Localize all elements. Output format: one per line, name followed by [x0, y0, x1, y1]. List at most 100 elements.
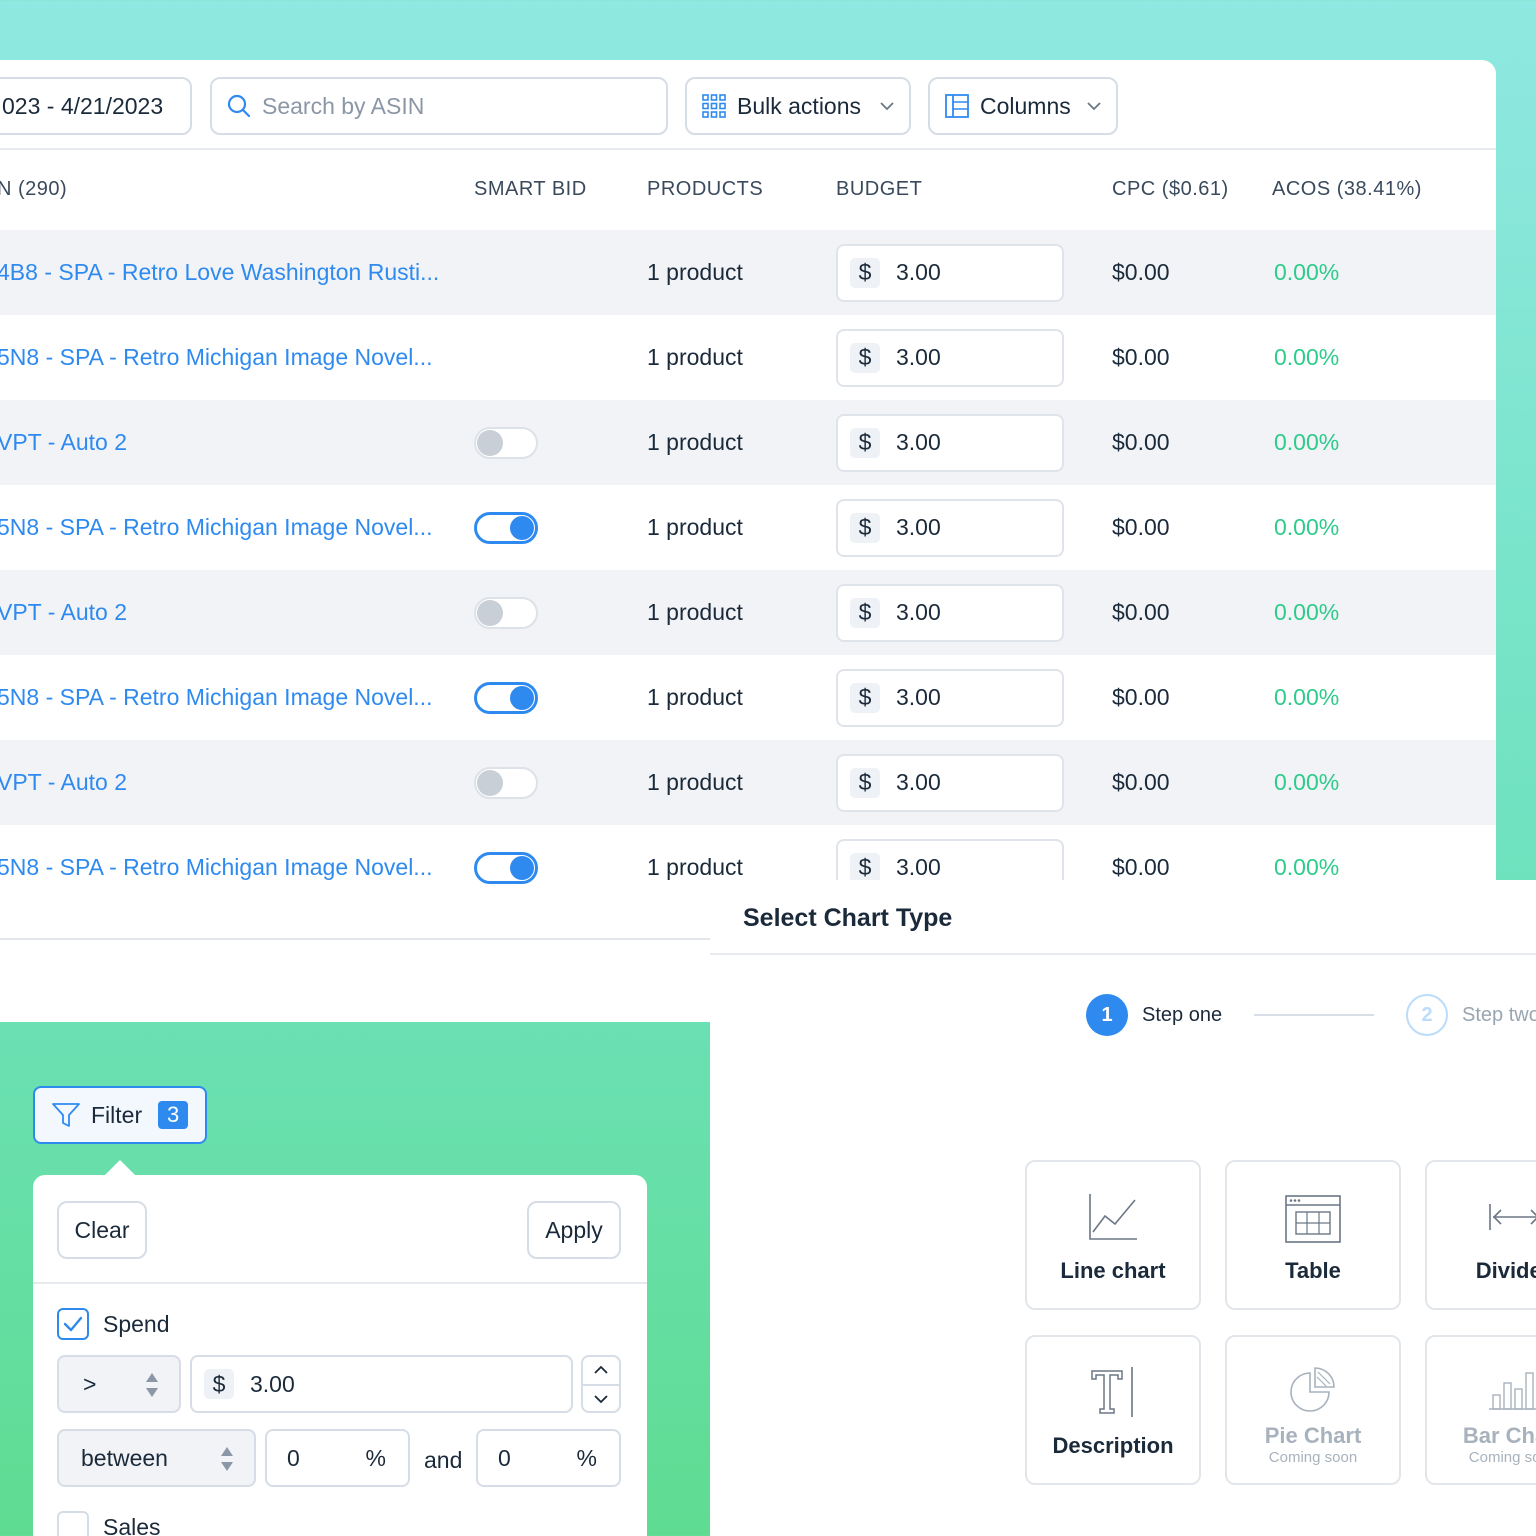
budget-input[interactable]: $3.00	[836, 498, 1064, 557]
currency-prefix: $	[850, 257, 880, 288]
campaign-name-link[interactable]: 5N8 - SPA - Retro Michigan Image Novel..…	[0, 315, 432, 400]
budget-cell: $3.00	[836, 400, 1064, 485]
spend-value-stepper[interactable]	[581, 1355, 621, 1413]
table-icon	[1285, 1195, 1341, 1243]
acos-value: 0.00%	[1274, 429, 1340, 455]
budget-input[interactable]: $3.00	[836, 328, 1064, 387]
products-count[interactable]: 1 product	[647, 570, 743, 655]
bulk-actions-dropdown[interactable]: Bulk actions	[685, 77, 911, 135]
range-from-input[interactable]: 0 %	[265, 1429, 410, 1487]
text-icon	[1091, 1367, 1133, 1417]
cpc-value: $0.00	[1112, 599, 1170, 625]
currency-prefix: $	[850, 512, 880, 543]
products-count[interactable]: 1 product	[647, 740, 743, 825]
currency-prefix: $	[850, 342, 880, 373]
chevron-up-icon[interactable]	[594, 1365, 608, 1375]
chart-option-label: Bar Chart	[1462, 1423, 1536, 1448]
smart-bid-cell	[474, 655, 538, 740]
table-row[interactable]: 4B8 - SPA - Retro Love Washington Rusti.…	[0, 230, 1496, 315]
step-connector	[1254, 1014, 1374, 1016]
budget-cell: $3.00	[836, 230, 1064, 315]
products-count[interactable]: 1 product	[647, 315, 743, 400]
apply-button[interactable]: Apply	[527, 1201, 621, 1259]
header-acos[interactable]: ACOS (38.41%)	[1272, 178, 1422, 201]
header-budget[interactable]: BUDGET	[836, 178, 922, 201]
range-to-input[interactable]: 0 %	[476, 1429, 621, 1487]
budget-input[interactable]: $3.00	[836, 668, 1064, 727]
products-count[interactable]: 1 product	[647, 655, 743, 740]
table-row[interactable]: VPT - Auto 2 1 product $3.00 $0.00 0.00%	[0, 570, 1496, 655]
filter-button[interactable]: Filter 3	[33, 1086, 207, 1144]
table-row[interactable]: 5N8 - SPA - Retro Michigan Image Novel..…	[0, 485, 1496, 570]
cpc-value: $0.00	[1112, 769, 1170, 795]
chart-option-label: Divider	[1475, 1258, 1536, 1283]
campaign-name-link[interactable]: VPT - Auto 2	[0, 570, 127, 655]
table-row[interactable]: 5N8 - SPA - Retro Michigan Image Novel..…	[0, 655, 1496, 740]
products-count[interactable]: 1 product	[647, 485, 743, 570]
spend-operator-select[interactable]: >	[57, 1355, 181, 1413]
smart-bid-toggle[interactable]	[474, 426, 538, 459]
budget-input[interactable]: $3.00	[836, 583, 1064, 642]
budget-value: 3.00	[896, 514, 941, 540]
step-one-indicator[interactable]: 1	[1086, 994, 1128, 1036]
toggle-knob	[510, 855, 534, 880]
acos-value: 0.00%	[1274, 769, 1340, 795]
campaign-name-link[interactable]: 5N8 - SPA - Retro Michigan Image Novel..…	[0, 485, 432, 570]
budget-value: 3.00	[896, 769, 941, 795]
chart-option-description[interactable]: Description	[1025, 1335, 1201, 1485]
budget-input[interactable]: $3.00	[836, 753, 1064, 812]
date-range-picker[interactable]: 023 - 4/21/2023	[0, 77, 192, 135]
header-products[interactable]: PRODUCTS	[647, 178, 763, 201]
campaign-name-link[interactable]: VPT - Auto 2	[0, 740, 127, 825]
header-smart-bid[interactable]: SMART BID	[474, 178, 587, 201]
budget-cell: $3.00	[836, 655, 1064, 740]
header-campaign-name[interactable]: N (290)	[0, 178, 67, 201]
search-input[interactable]: Search by ASIN	[210, 77, 668, 135]
spend-value-input[interactable]: $ 3.00	[190, 1355, 573, 1413]
products-count[interactable]: 1 product	[647, 230, 743, 315]
coming-soon-label: Coming soon	[1468, 1449, 1536, 1466]
checkmark-icon	[63, 1316, 83, 1332]
chart-option-line-chart[interactable]: Line chart	[1025, 1160, 1201, 1310]
budget-input[interactable]: $3.00	[836, 413, 1064, 472]
columns-icon	[945, 94, 969, 118]
budget-value: 3.00	[896, 344, 941, 370]
chart-option-label: Line chart	[1060, 1258, 1166, 1283]
acos-value: 0.00%	[1274, 684, 1340, 710]
sales-checkbox[interactable]	[57, 1511, 89, 1536]
cpc-value: $0.00	[1112, 344, 1170, 370]
columns-dropdown[interactable]: Columns	[928, 77, 1118, 135]
budget-input[interactable]: $3.00	[836, 243, 1064, 302]
smart-bid-toggle[interactable]	[474, 596, 538, 629]
range-from-value: 0	[287, 1444, 300, 1471]
search-placeholder: Search by ASIN	[262, 92, 425, 119]
campaign-name-link[interactable]: 5N8 - SPA - Retro Michigan Image Novel..…	[0, 825, 432, 910]
smart-bid-toggle[interactable]	[474, 766, 538, 799]
spend-checkbox[interactable]	[57, 1308, 89, 1340]
table-row[interactable]: VPT - Auto 2 1 product $3.00 $0.00 0.00%	[0, 740, 1496, 825]
table-row[interactable]: VPT - Auto 2 1 product $3.00 $0.00 0.00%	[0, 400, 1496, 485]
campaign-name-link[interactable]: 5N8 - SPA - Retro Michigan Image Novel..…	[0, 655, 432, 740]
filter-popover-arrow	[104, 1160, 136, 1176]
toggle-knob	[510, 685, 534, 710]
chart-option-label: Table	[1285, 1258, 1341, 1283]
chart-option-divider[interactable]: Divider	[1425, 1160, 1536, 1310]
products-count[interactable]: 1 product	[647, 400, 743, 485]
clear-button[interactable]: Clear	[57, 1201, 147, 1259]
table-row[interactable]: 5N8 - SPA - Retro Michigan Image Novel..…	[0, 315, 1496, 400]
acos-value: 0.00%	[1274, 259, 1340, 285]
panel-divider	[710, 953, 1536, 955]
step-two-indicator[interactable]: 2	[1406, 994, 1448, 1036]
header-cpc[interactable]: CPC ($0.61)	[1112, 178, 1229, 201]
smart-bid-toggle[interactable]	[474, 681, 538, 714]
chart-option-pie-chart: Pie Chart Coming soon	[1225, 1335, 1401, 1485]
chart-option-table[interactable]: Table	[1225, 1160, 1401, 1310]
smart-bid-toggle[interactable]	[474, 851, 538, 884]
smart-bid-toggle[interactable]	[474, 511, 538, 544]
chevron-down-icon[interactable]	[594, 1394, 608, 1404]
campaign-name-link[interactable]: VPT - Auto 2	[0, 400, 127, 485]
columns-label: Columns	[980, 92, 1071, 119]
range-operator-select[interactable]: between	[57, 1429, 256, 1487]
campaign-name-link[interactable]: 4B8 - SPA - Retro Love Washington Rusti.…	[0, 230, 439, 315]
toggle-knob	[477, 599, 503, 626]
